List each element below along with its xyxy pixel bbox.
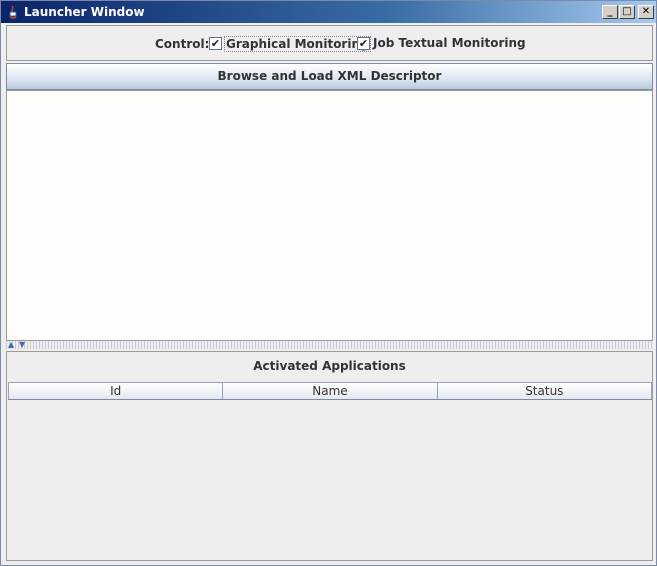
applications-table-header: Id Name Status bbox=[8, 382, 652, 400]
job-textual-monitoring-label[interactable]: Job Textual Monitoring bbox=[373, 36, 526, 50]
collapse-up-icon[interactable]: ▲ bbox=[8, 341, 14, 349]
java-icon bbox=[9, 5, 17, 19]
column-header-id[interactable]: Id bbox=[8, 382, 223, 399]
close-button[interactable]: ✕ bbox=[638, 5, 654, 19]
split-pane-divider[interactable]: ▲ ▼ bbox=[6, 341, 653, 349]
collapse-down-icon[interactable]: ▼ bbox=[19, 341, 25, 349]
descriptor-content-area[interactable] bbox=[6, 90, 653, 341]
minimize-icon: _ bbox=[607, 6, 613, 17]
column-header-name[interactable]: Name bbox=[222, 382, 437, 399]
close-icon: ✕ bbox=[641, 6, 651, 17]
job-textual-monitoring-checkbox[interactable]: ✔ bbox=[357, 37, 370, 50]
minimize-button[interactable]: _ bbox=[602, 5, 618, 19]
window-title: Launcher Window bbox=[24, 5, 145, 19]
activated-applications-panel: Activated Applications Id Name Status bbox=[6, 351, 653, 561]
browse-load-xml-button[interactable]: Browse and Load XML Descriptor bbox=[6, 63, 653, 90]
column-header-status[interactable]: Status bbox=[436, 382, 652, 399]
control-label: Control: bbox=[155, 37, 210, 51]
launcher-window: Launcher Window _ □ ✕ Control: ✔ Graphic… bbox=[0, 0, 657, 566]
control-bar: Control: ✔ Graphical Monitoring ✔ Job Te… bbox=[6, 25, 653, 61]
maximize-icon: □ bbox=[622, 6, 632, 17]
checkmark-icon: ✔ bbox=[358, 37, 369, 50]
activated-applications-title: Activated Applications bbox=[253, 359, 406, 373]
graphical-monitoring-checkbox[interactable]: ✔ bbox=[209, 37, 222, 50]
checkmark-icon: ✔ bbox=[210, 37, 221, 50]
title-bar[interactable]: Launcher Window _ □ ✕ bbox=[1, 1, 656, 23]
maximize-button[interactable]: □ bbox=[619, 5, 635, 19]
graphical-monitoring-label[interactable]: Graphical Monitoring bbox=[224, 36, 371, 52]
